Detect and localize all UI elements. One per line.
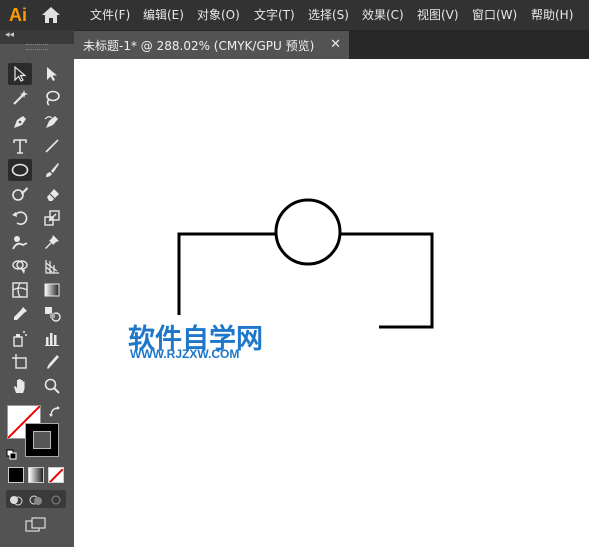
type-tool-icon[interactable]: [8, 135, 32, 157]
rotate-tool-icon[interactable]: [8, 207, 32, 229]
pin-tool-icon[interactable]: [40, 231, 64, 253]
screen-mode-icon[interactable]: [25, 517, 47, 533]
direct-selection-tool-icon[interactable]: [40, 63, 64, 85]
line-segment-tool-icon[interactable]: [40, 135, 64, 157]
circuit-circle: [274, 198, 342, 266]
menu-type[interactable]: 文字(T): [254, 0, 295, 30]
collapse-panel-icon[interactable]: ◂◂: [5, 30, 14, 40]
shape-builder-tool-icon[interactable]: [8, 255, 32, 277]
zoom-tool-icon[interactable]: [40, 375, 64, 397]
watermark-url: WWW.RJZXW.COM: [130, 347, 240, 361]
swap-colors-icon[interactable]: [48, 404, 62, 418]
stroke-color-swatch[interactable]: [25, 423, 59, 457]
tools-panel-header: ◂◂: [0, 30, 74, 44]
blend-tool-icon[interactable]: [40, 303, 64, 325]
mesh-tool-icon[interactable]: [8, 279, 32, 301]
selection-tool-icon[interactable]: [8, 63, 32, 85]
close-tab-icon[interactable]: ✕: [330, 37, 341, 52]
menu-bar: Ai 文件(F) 编辑(E) 对象(O) 文字(T) 选择(S) 效果(C) 视…: [0, 0, 589, 30]
app-logo: Ai: [9, 5, 27, 25]
gradient-tool-icon[interactable]: [40, 279, 64, 301]
eyedropper-tool-icon[interactable]: [8, 303, 32, 325]
canvas-drawing: [177, 198, 434, 329]
puppet-warp-tool-icon[interactable]: [8, 231, 32, 253]
menu-window[interactable]: 窗口(W): [472, 0, 517, 30]
home-icon[interactable]: [41, 6, 61, 24]
artboard-canvas[interactable]: [74, 59, 589, 547]
scale-tool-icon[interactable]: [40, 207, 64, 229]
menu-select[interactable]: 选择(S): [308, 0, 349, 30]
magic-wand-tool-icon[interactable]: [8, 87, 32, 109]
menu-object[interactable]: 对象(O): [197, 0, 240, 30]
curvature-tool-icon[interactable]: [40, 111, 64, 133]
draw-behind-icon[interactable]: [29, 492, 43, 506]
gradient-mode-button[interactable]: [28, 467, 44, 483]
document-tab-bar: 未标题-1* @ 288.02% (CMYK/GPU 预览) ✕: [74, 30, 589, 59]
default-colors-icon[interactable]: [6, 446, 18, 460]
none-mode-button[interactable]: [48, 467, 64, 483]
eraser-tool-icon[interactable]: [40, 183, 64, 205]
document-tab-label: 未标题-1* @ 288.02% (CMYK/GPU 预览): [83, 38, 315, 53]
stroke-swatch-inner: [33, 431, 51, 449]
menu-effect[interactable]: 效果(C): [362, 0, 404, 30]
document-tab[interactable]: 未标题-1* @ 288.02% (CMYK/GPU 预览) ✕: [74, 31, 349, 59]
tools-panel: ◂◂: [0, 30, 74, 547]
perspective-grid-tool-icon[interactable]: [40, 255, 64, 277]
column-graph-tool-icon[interactable]: [40, 327, 64, 349]
shaper-tool-icon[interactable]: [8, 183, 32, 205]
ellipse-tool-icon[interactable]: [8, 159, 32, 181]
draw-normal-icon[interactable]: [9, 492, 23, 506]
color-mode-button[interactable]: [8, 467, 24, 483]
menu-file[interactable]: 文件(F): [90, 0, 130, 30]
paintbrush-tool-icon[interactable]: [40, 159, 64, 181]
menu-view[interactable]: 视图(V): [417, 0, 459, 30]
menu-help[interactable]: 帮助(H): [531, 0, 573, 30]
hand-tool-icon[interactable]: [8, 375, 32, 397]
draw-inside-icon[interactable]: [49, 492, 63, 506]
slice-tool-icon[interactable]: [40, 351, 64, 373]
pen-tool-icon[interactable]: [8, 111, 32, 133]
artboard-tool-icon[interactable]: [8, 351, 32, 373]
panel-grip[interactable]: [26, 44, 48, 50]
symbol-sprayer-tool-icon[interactable]: [8, 327, 32, 349]
lasso-tool-icon[interactable]: [40, 87, 64, 109]
menu-edit[interactable]: 编辑(E): [143, 0, 184, 30]
